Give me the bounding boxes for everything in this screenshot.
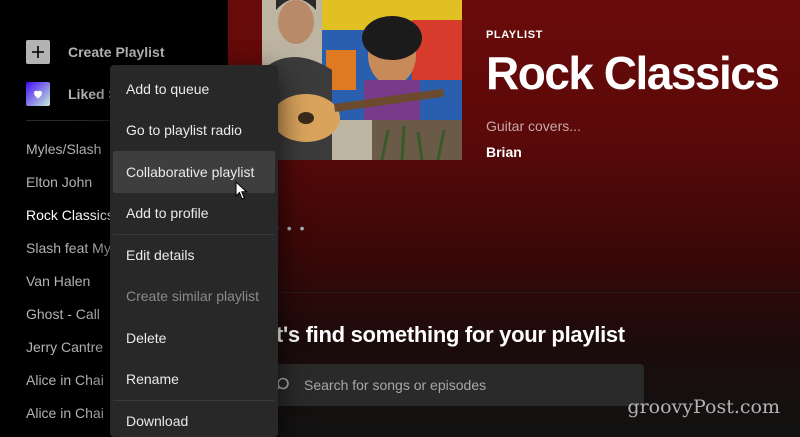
more-options-icon[interactable]: • • •: [274, 220, 306, 236]
liked-songs-button[interactable]: Liked S: [26, 82, 118, 106]
playlist-cover-image[interactable]: [262, 0, 462, 160]
section-divider: [268, 292, 800, 293]
playlist-type-label: PLAYLIST: [486, 29, 543, 41]
search-input[interactable]: [304, 377, 624, 393]
menu-item-add-to-profile[interactable]: Add to profile: [113, 193, 275, 235]
create-playlist-button[interactable]: Create Playlist: [26, 40, 165, 64]
menu-item-download[interactable]: Download: [113, 400, 275, 437]
menu-item-create-similar-playlist: Create similar playlist: [126, 288, 260, 305]
menu-item-playlist-radio[interactable]: Go to playlist radio: [113, 110, 275, 152]
playlist-owner-link[interactable]: Brian: [486, 144, 522, 160]
create-playlist-label: Create Playlist: [68, 44, 165, 60]
playlist-description: Guitar covers...: [486, 118, 581, 134]
context-menu: Add to queue Go to playlist radio Collab…: [110, 65, 278, 437]
watermark: groovyPost.com: [627, 396, 780, 418]
menu-item-edit-details[interactable]: Edit details: [113, 234, 275, 276]
plus-icon: [26, 40, 50, 64]
playlist-title: Rock Classics: [486, 47, 780, 99]
menu-item-add-to-queue[interactable]: Add to queue: [113, 68, 275, 110]
search-box[interactable]: [264, 364, 644, 406]
menu-item-collaborative-playlist[interactable]: Collaborative playlist: [113, 151, 275, 193]
mouse-cursor-icon: [235, 181, 248, 200]
menu-item-delete[interactable]: Delete: [113, 317, 275, 359]
main-content: PLAYLIST Rock Classics Guitar covers... …: [228, 0, 800, 437]
heart-icon: [26, 82, 50, 106]
menu-item-rename[interactable]: Rename: [113, 359, 275, 401]
find-songs-heading: et's find something for your playlist: [264, 322, 625, 347]
